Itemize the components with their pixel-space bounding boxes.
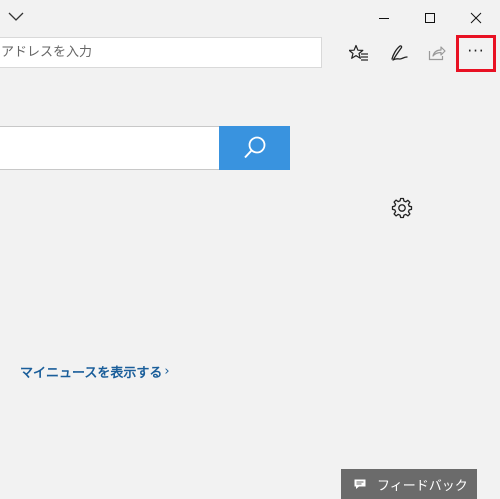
search-button[interactable] [219, 126, 290, 170]
news-link-label: マイニュースを表示する [20, 366, 163, 381]
address-bar[interactable] [0, 37, 322, 68]
title-bar [0, 0, 500, 35]
maximize-button[interactable] [407, 0, 453, 35]
tab-dropdown-button[interactable] [4, 6, 28, 28]
show-my-news-link[interactable]: マイニュースを表示する › [20, 362, 170, 381]
chevron-down-icon [8, 12, 24, 21]
gear-icon [391, 197, 413, 219]
minimize-icon [379, 17, 389, 19]
share-icon [428, 46, 446, 61]
share-button[interactable] [420, 37, 454, 69]
browser-window: ··· マイニュースを表示する › [0, 0, 500, 499]
maximize-icon [425, 12, 435, 23]
search-icon [243, 136, 265, 159]
page-settings-button[interactable] [389, 195, 415, 221]
close-button[interactable] [453, 0, 499, 35]
pen-icon [391, 45, 408, 61]
chevron-right-icon: › [164, 364, 170, 379]
address-input[interactable] [0, 38, 321, 67]
new-tab-page: マイニュースを表示する › フィードバック [0, 75, 500, 499]
web-search-input[interactable] [0, 126, 220, 170]
comment-icon [352, 477, 368, 491]
web-notes-button[interactable] [382, 37, 416, 69]
close-icon [470, 12, 482, 23]
feedback-button[interactable]: フィードバック [341, 469, 477, 499]
minimize-button[interactable] [361, 0, 407, 35]
more-actions-button[interactable]: ··· [456, 35, 496, 72]
feedback-label: フィードバック [377, 478, 468, 494]
more-dots-icon: ··· [467, 42, 485, 60]
navigation-toolbar: ··· [0, 35, 500, 75]
star-list-icon [349, 44, 368, 61]
favorites-button[interactable] [342, 37, 376, 69]
